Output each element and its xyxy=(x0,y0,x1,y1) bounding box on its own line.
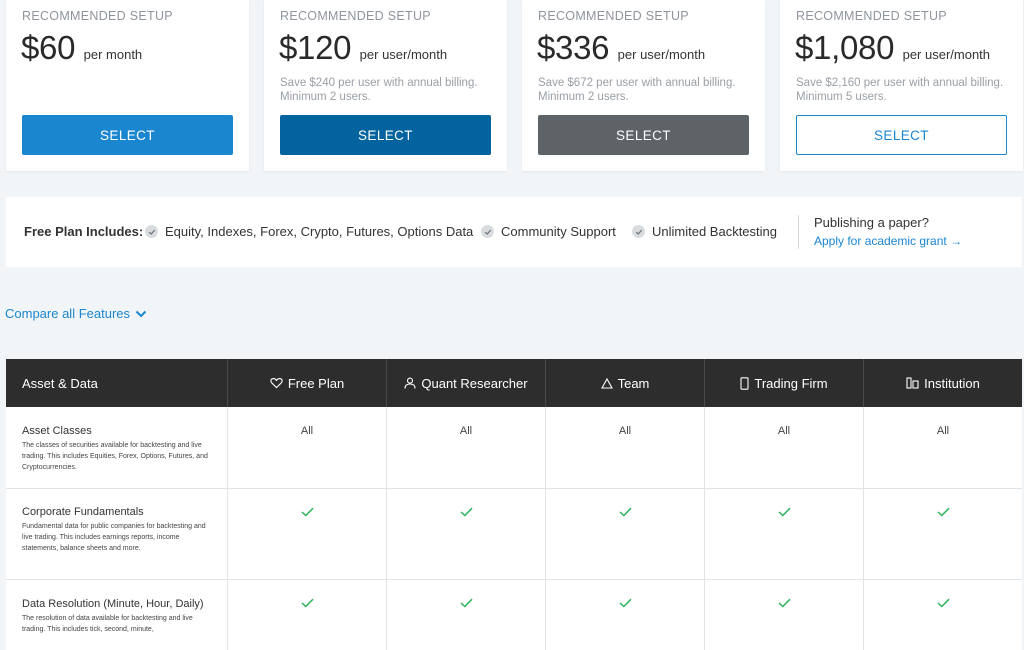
card-tag: RECOMMENDED SETUP xyxy=(796,9,947,23)
select-button-team[interactable]: SELECT xyxy=(538,115,749,155)
row-title: Corporate Fundamentals xyxy=(22,506,144,518)
pricing-card-quant: RECOMMENDED SETUP $120 per user/month Sa… xyxy=(264,0,507,171)
phone-icon xyxy=(740,376,749,390)
select-button-trading-firm[interactable]: SELECT xyxy=(796,115,1007,155)
card-note: Save $2,160 per user with annual billing… xyxy=(796,77,1004,103)
price-amount: $1,080 xyxy=(795,29,895,66)
card-price: $1,080 per user/month xyxy=(795,29,990,67)
free-plan-includes: Free Plan Includes: Equity, Indexes, For… xyxy=(6,197,1022,267)
compare-label: Compare all Features xyxy=(5,306,130,321)
column-label: Quant Researcher xyxy=(421,375,528,391)
check-icon xyxy=(387,507,545,517)
heart-icon xyxy=(270,377,283,389)
price-amount: $60 xyxy=(21,29,76,66)
feature-table: Asset & Data Free Plan Quant Researcher … xyxy=(6,359,1022,650)
card-note: Save $672 per user with annual billing. … xyxy=(538,77,736,103)
pricing-card-trading-firm: RECOMMENDED SETUP $1,080 per user/month … xyxy=(780,0,1023,171)
section-title: Asset & Data xyxy=(22,375,98,391)
pricing-card-team: RECOMMENDED SETUP $336 per user/month Sa… xyxy=(522,0,765,171)
price-period: per user/month xyxy=(359,47,448,62)
pricing-cards: RECOMMENDED SETUP $60 per month SELECT R… xyxy=(0,0,1024,172)
check-icon xyxy=(705,507,863,517)
free-plan-label: Free Plan Includes: xyxy=(24,224,144,239)
check-icon xyxy=(864,598,1022,608)
card-price: $60 per month xyxy=(21,29,142,67)
row-description: Fundamental data for public companies fo… xyxy=(22,523,206,552)
include-text: Unlimited Backtesting xyxy=(652,224,777,239)
check-icon xyxy=(705,598,863,608)
check-icon xyxy=(864,507,1022,517)
column-label: Free Plan xyxy=(287,375,345,391)
column-label: Team xyxy=(617,375,650,391)
card-tag: RECOMMENDED SETUP xyxy=(538,9,689,23)
column-institution: Institution xyxy=(863,359,1022,407)
card-price: $336 per user/month xyxy=(537,29,705,67)
user-icon xyxy=(404,377,416,389)
feature-value: All xyxy=(936,425,950,437)
include-item: Unlimited Backtesting xyxy=(632,224,777,239)
feature-value: All xyxy=(777,425,791,437)
column-label: Trading Firm xyxy=(754,375,828,391)
select-button-free[interactable]: SELECT xyxy=(22,115,233,155)
table-row: Asset Classes The classes of securities … xyxy=(6,407,1022,489)
check-icon xyxy=(546,598,704,608)
card-note: Save $240 per user with annual billing. … xyxy=(280,77,478,103)
check-circle-icon xyxy=(632,225,645,238)
pricing-card-free: RECOMMENDED SETUP $60 per month SELECT xyxy=(6,0,249,171)
divider xyxy=(798,215,799,249)
table-row: Data Resolution (Minute, Hour, Daily) Th… xyxy=(6,580,1022,650)
select-button-quant[interactable]: SELECT xyxy=(280,115,491,155)
check-circle-icon xyxy=(481,225,494,238)
column-team: Team xyxy=(545,359,704,407)
chevron-down-icon xyxy=(135,310,147,318)
row-description: The resolution of data available for bac… xyxy=(22,615,193,633)
building-icon xyxy=(906,377,919,389)
publish-question: Publishing a paper? xyxy=(814,215,929,230)
card-tag: RECOMMENDED SETUP xyxy=(280,9,431,23)
price-period: per month xyxy=(83,47,143,62)
card-price: $120 per user/month xyxy=(279,29,447,67)
price-period: per user/month xyxy=(902,47,991,62)
row-title: Data Resolution (Minute, Hour, Daily) xyxy=(22,598,204,610)
academic-grant: Publishing a paper? Apply for academic g… xyxy=(814,215,962,248)
triangle-icon xyxy=(600,377,613,389)
price-period: per user/month xyxy=(617,47,706,62)
check-icon xyxy=(228,598,386,608)
column-free-plan: Free Plan xyxy=(227,359,386,407)
include-text: Community Support xyxy=(501,224,616,239)
check-icon xyxy=(387,598,545,608)
column-quant-researcher: Quant Researcher xyxy=(386,359,545,407)
include-text: Equity, Indexes, Forex, Crypto, Futures,… xyxy=(165,224,474,239)
table-header: Asset & Data Free Plan Quant Researcher … xyxy=(6,359,1022,407)
include-item: Equity, Indexes, Forex, Crypto, Futures,… xyxy=(145,224,473,239)
column-trading-firm: Trading Firm xyxy=(704,359,863,407)
check-icon xyxy=(546,507,704,517)
compare-features-toggle[interactable]: Compare all Features xyxy=(5,306,147,321)
table-row: Corporate Fundamentals Fundamental data … xyxy=(6,489,1022,580)
column-label: Institution xyxy=(924,375,980,391)
feature-value: All xyxy=(618,425,632,437)
check-circle-icon xyxy=(145,225,158,238)
price-amount: $120 xyxy=(279,29,352,66)
row-title: Asset Classes xyxy=(22,425,92,437)
academic-grant-link[interactable]: Apply for academic grant → xyxy=(814,234,962,248)
feature-value: All xyxy=(300,425,314,437)
price-amount: $336 xyxy=(537,29,610,66)
row-description: The classes of securities available for … xyxy=(22,442,208,471)
include-item: Community Support xyxy=(481,224,616,239)
feature-value: All xyxy=(459,425,473,437)
check-icon xyxy=(228,507,386,517)
card-tag: RECOMMENDED SETUP xyxy=(22,9,173,23)
